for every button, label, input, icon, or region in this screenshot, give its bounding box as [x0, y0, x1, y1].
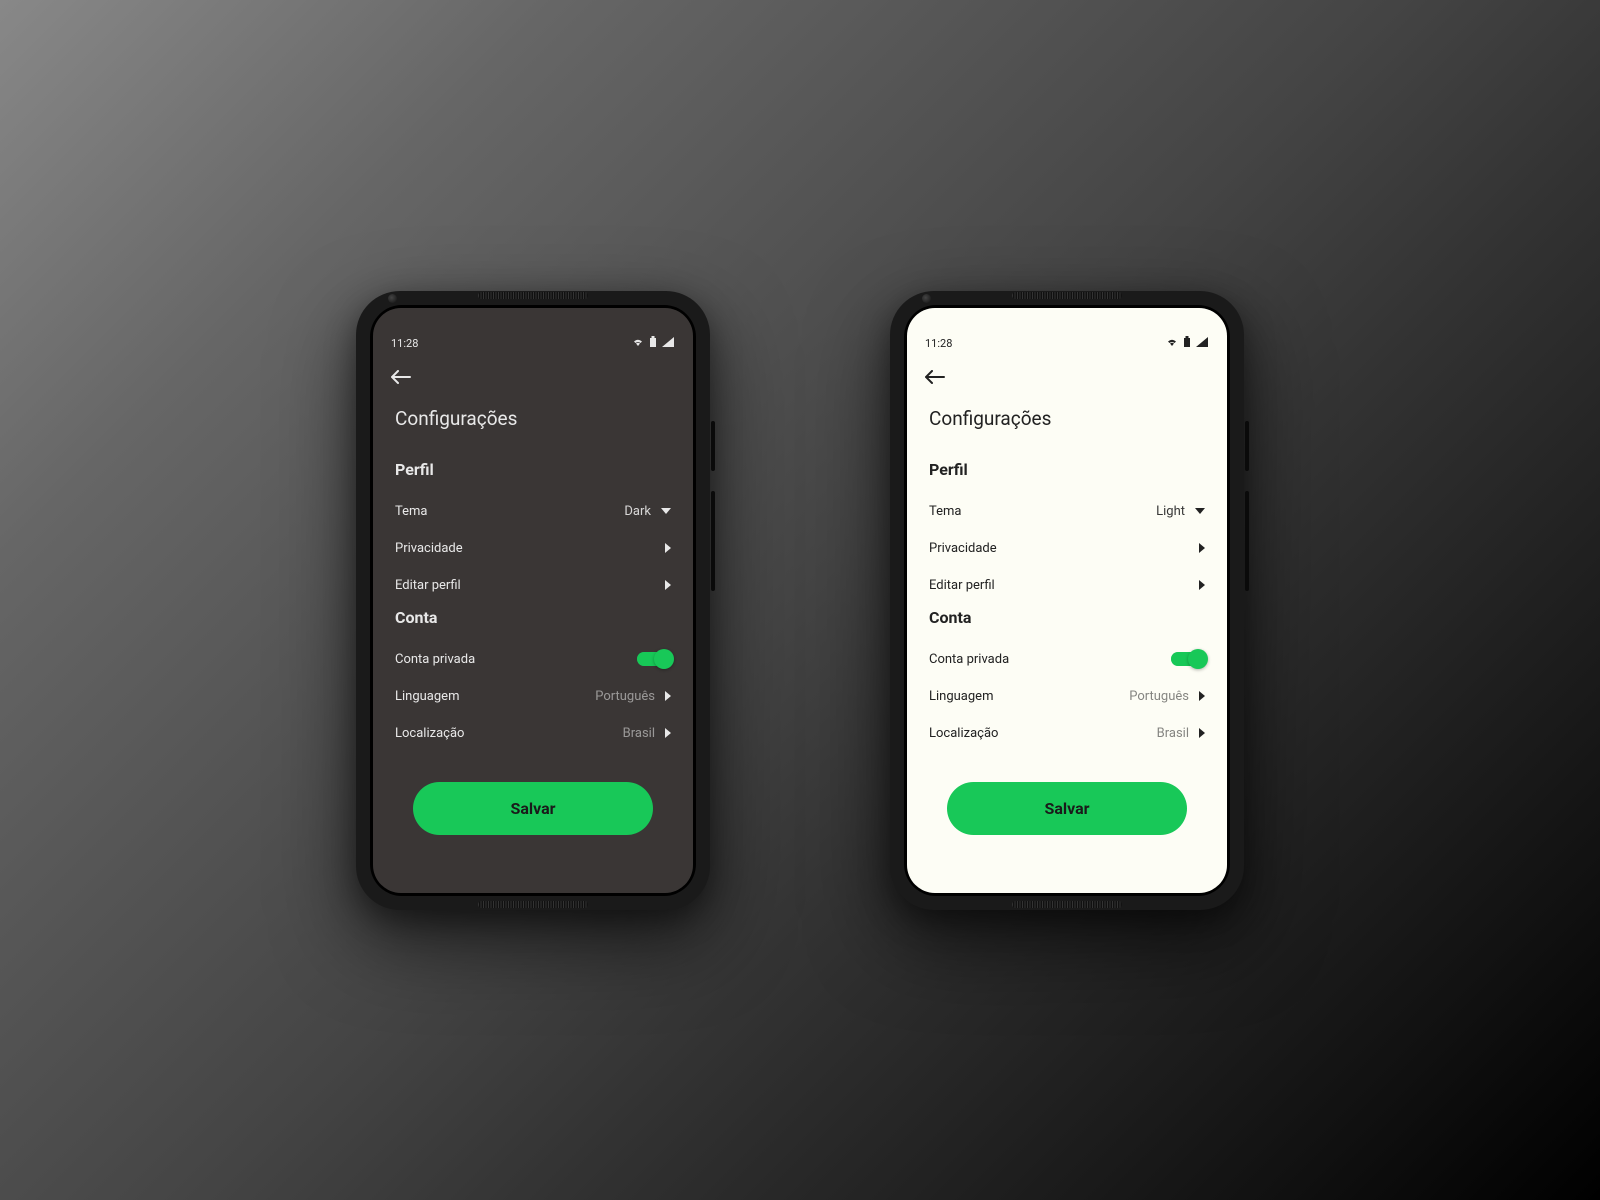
- signal-icon: [1195, 336, 1209, 351]
- save-button[interactable]: Salvar: [947, 782, 1187, 835]
- chevron-right-icon: [1199, 543, 1205, 553]
- setting-label: Privacidade: [929, 541, 997, 556]
- status-time: 11:28: [925, 337, 952, 350]
- setting-row-private-account[interactable]: Conta privada: [929, 641, 1205, 678]
- location-value: Brasil: [1157, 726, 1189, 741]
- setting-label: Tema: [395, 504, 428, 519]
- setting-row-location[interactable]: Localização Brasil: [929, 715, 1205, 752]
- setting-row-private-account[interactable]: Conta privada: [395, 641, 671, 678]
- phone-camera: [922, 294, 931, 303]
- phone-speaker-top: [1002, 289, 1132, 302]
- section-title-profile: Perfil: [395, 460, 671, 479]
- phone-side-button: [1245, 421, 1249, 471]
- chevron-right-icon: [665, 580, 671, 590]
- nav-back: [373, 357, 693, 393]
- page-title: Configurações: [929, 407, 1205, 430]
- phone-speaker-bottom: [468, 898, 598, 911]
- setting-row-language[interactable]: Linguagem Português: [929, 678, 1205, 715]
- private-account-toggle[interactable]: [637, 652, 671, 666]
- setting-row-language[interactable]: Linguagem Português: [395, 678, 671, 715]
- setting-row-theme[interactable]: Tema Dark: [395, 493, 671, 530]
- setting-label: Editar perfil: [395, 578, 461, 593]
- location-value: Brasil: [623, 726, 655, 741]
- back-button[interactable]: [925, 367, 945, 387]
- setting-label: Conta privada: [395, 652, 475, 667]
- setting-row-edit-profile[interactable]: Editar perfil: [929, 567, 1205, 604]
- section-title-account: Conta: [929, 608, 1205, 627]
- phone-side-button: [711, 421, 715, 471]
- dropdown-icon: [1195, 508, 1205, 514]
- setting-label: Tema: [929, 504, 962, 519]
- status-bar: 11:28: [907, 308, 1227, 357]
- phone-side-button: [1245, 491, 1249, 591]
- setting-row-edit-profile[interactable]: Editar perfil: [395, 567, 671, 604]
- chevron-right-icon: [665, 728, 671, 738]
- battery-icon: [649, 336, 657, 351]
- section-title-profile: Perfil: [929, 460, 1205, 479]
- setting-label: Conta privada: [929, 652, 1009, 667]
- phone-speaker-bottom: [1002, 898, 1132, 911]
- chevron-right-icon: [1199, 728, 1205, 738]
- setting-row-location[interactable]: Localização Brasil: [395, 715, 671, 752]
- page-title: Configurações: [395, 407, 671, 430]
- setting-label: Editar perfil: [929, 578, 995, 593]
- section-title-account: Conta: [395, 608, 671, 627]
- setting-label: Privacidade: [395, 541, 463, 556]
- setting-row-privacy[interactable]: Privacidade: [929, 530, 1205, 567]
- status-bar: 11:28: [373, 308, 693, 357]
- save-button[interactable]: Salvar: [413, 782, 653, 835]
- theme-value: Dark: [624, 504, 651, 519]
- language-value: Português: [595, 689, 655, 704]
- chevron-right-icon: [665, 691, 671, 701]
- wifi-icon: [1165, 336, 1179, 351]
- phone-camera: [388, 294, 397, 303]
- setting-label: Localização: [929, 726, 998, 741]
- setting-label: Localização: [395, 726, 464, 741]
- wifi-icon: [631, 336, 645, 351]
- setting-row-privacy[interactable]: Privacidade: [395, 530, 671, 567]
- phone-speaker-top: [468, 289, 598, 302]
- chevron-right-icon: [1199, 580, 1205, 590]
- setting-label: Linguagem: [395, 689, 459, 704]
- private-account-toggle[interactable]: [1171, 652, 1205, 666]
- phone-light-mockup: 11:28 Conf: [890, 291, 1244, 910]
- setting-label: Linguagem: [929, 689, 993, 704]
- language-value: Português: [1129, 689, 1189, 704]
- chevron-right-icon: [665, 543, 671, 553]
- setting-row-theme[interactable]: Tema Light: [929, 493, 1205, 530]
- status-time: 11:28: [391, 337, 418, 350]
- phone-dark-mockup: 11:28 Conf: [356, 291, 710, 910]
- dropdown-icon: [661, 508, 671, 514]
- theme-value: Light: [1156, 504, 1185, 519]
- signal-icon: [661, 336, 675, 351]
- battery-icon: [1183, 336, 1191, 351]
- chevron-right-icon: [1199, 691, 1205, 701]
- nav-back: [907, 357, 1227, 393]
- back-button[interactable]: [391, 367, 411, 387]
- phone-side-button: [711, 491, 715, 591]
